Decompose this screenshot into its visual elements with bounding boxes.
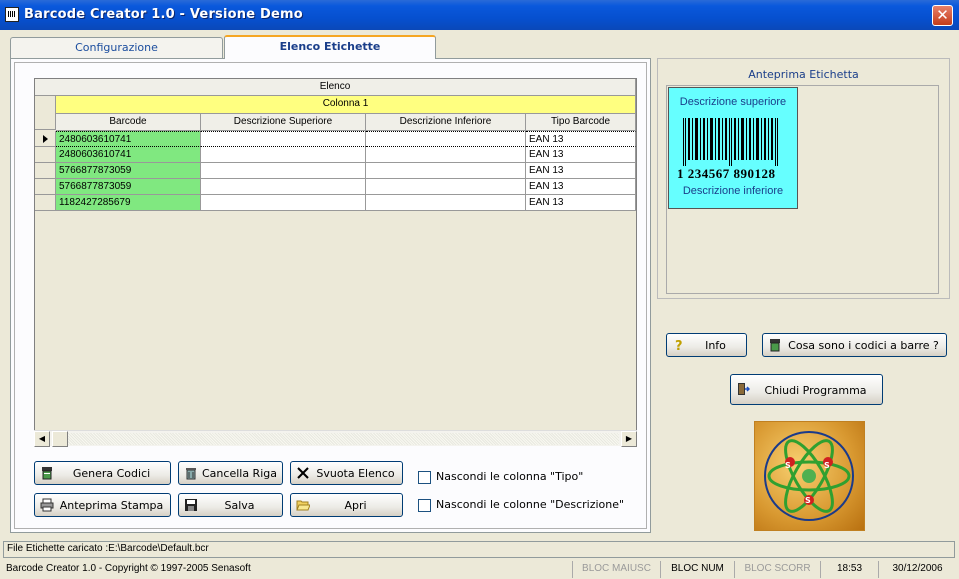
file-status-bar: File Etichette caricato :E:\Barcode\Defa… xyxy=(3,541,955,558)
labels-grid[interactable]: Elenco Colonna 1 Barcode Descrizione Sup… xyxy=(34,78,637,446)
cosa-sono-label: Cosa sono i codici a barre ? xyxy=(788,339,939,352)
help-icon: ? xyxy=(675,339,683,352)
trash-icon xyxy=(186,468,196,480)
scroll-lock-indicator: BLOC SCORR xyxy=(734,561,820,578)
anteprima-stampa-label: Anteprima Stampa xyxy=(59,499,164,512)
cell-tipo[interactable]: EAN 13 xyxy=(526,179,636,195)
anteprima-stampa-button[interactable]: Anteprima Stampa xyxy=(34,493,171,517)
floppy-disk-icon xyxy=(185,499,197,511)
scanner-icon xyxy=(42,467,52,480)
cell-desc-sup[interactable] xyxy=(201,163,366,179)
nascondi-descrizione-checkbox[interactable] xyxy=(418,499,431,512)
cell-desc-sup[interactable] xyxy=(201,179,366,195)
horizontal-scrollbar[interactable]: ◀ ▶ xyxy=(34,430,637,447)
window-title: Barcode Creator 1.0 - Versione Demo xyxy=(24,7,303,22)
scroll-thumb[interactable] xyxy=(52,431,68,447)
time-indicator: 18:53 xyxy=(820,561,878,578)
apri-label: Apri xyxy=(344,499,367,512)
title-bar[interactable]: Barcode Creator 1.0 - Versione Demo ✕ xyxy=(0,0,959,30)
svg-text:S: S xyxy=(824,461,830,470)
row-indicator[interactable] xyxy=(35,131,56,147)
info-label: Info xyxy=(705,339,726,352)
file-status-text: File Etichette caricato :E:\Barcode\Defa… xyxy=(7,543,209,554)
nascondi-descrizione-label[interactable]: Nascondi le colonne "Descrizione" xyxy=(436,498,624,511)
scroll-left-button[interactable]: ◀ xyxy=(34,431,50,447)
close-icon: ✕ xyxy=(936,6,949,24)
preview-title: Anteprima Etichetta xyxy=(748,68,859,81)
chiudi-programma-label: Chiudi Programma xyxy=(764,384,867,397)
cell-desc-inf[interactable] xyxy=(366,179,526,195)
genera-codici-label: Genera Codici xyxy=(72,467,151,480)
cell-tipo[interactable]: EAN 13 xyxy=(526,147,636,163)
col-header-desc-sup[interactable]: Descrizione Superiore xyxy=(201,114,366,131)
nascondi-tipo-label[interactable]: Nascondi le colonna "Tipo" xyxy=(436,470,583,483)
cell-desc-inf[interactable] xyxy=(366,163,526,179)
cell-barcode[interactable]: 2480603610741 xyxy=(56,131,201,147)
printer-icon xyxy=(40,498,54,512)
label-preview: Descrizione superiore 1 234567 890128 De… xyxy=(668,87,798,209)
cell-barcode[interactable]: 1182427285679 xyxy=(56,195,201,211)
col-header-desc-inf[interactable]: Descrizione Inferiore xyxy=(366,114,526,131)
salva-label: Salva xyxy=(224,499,255,512)
cell-desc-inf[interactable] xyxy=(366,147,526,163)
svg-text:S: S xyxy=(785,461,791,470)
tab-configurazione[interactable]: Configurazione xyxy=(10,37,223,58)
grid-caption: Elenco xyxy=(35,79,636,96)
cell-barcode[interactable]: 2480603610741 xyxy=(56,147,201,163)
row-header[interactable] xyxy=(35,195,56,211)
cancella-riga-button[interactable]: Cancella Riga xyxy=(178,461,283,485)
group-header: Colonna 1 xyxy=(56,96,636,114)
date-indicator: 30/12/2006 xyxy=(878,561,956,578)
cell-barcode[interactable]: 5766877873059 xyxy=(56,163,201,179)
num-lock-indicator: BLOC NUM xyxy=(660,561,734,578)
genera-codici-button[interactable]: Genera Codici xyxy=(34,461,171,485)
row-header[interactable] xyxy=(35,163,56,179)
corner-header xyxy=(35,96,56,130)
copyright-text: Barcode Creator 1.0 - Copyright © 1997-2… xyxy=(6,563,251,574)
scroll-right-button[interactable]: ▶ xyxy=(621,431,637,447)
label-number: 1 234567 890128 xyxy=(677,166,776,181)
barcode-app-icon xyxy=(5,7,19,22)
cell-desc-inf[interactable] xyxy=(366,131,526,147)
cell-desc-sup[interactable] xyxy=(201,131,366,147)
atom-logo-icon: S S S xyxy=(764,431,854,521)
row-header[interactable] xyxy=(35,179,56,195)
scanner-icon xyxy=(770,339,780,352)
cancella-riga-label: Cancella Riga xyxy=(202,467,277,480)
cell-tipo[interactable]: EAN 13 xyxy=(526,163,636,179)
exit-door-icon xyxy=(738,383,750,395)
salva-button[interactable]: Salva xyxy=(178,493,283,517)
svg-text:S: S xyxy=(805,496,811,505)
col-header-tipo[interactable]: Tipo Barcode xyxy=(526,114,636,131)
label-desc-top: Descrizione superiore xyxy=(679,96,787,108)
senasoft-logo: S S S xyxy=(754,421,865,531)
chiudi-programma-button[interactable]: Chiudi Programma xyxy=(730,374,883,405)
svg-text:?: ? xyxy=(675,339,683,352)
cosa-sono-button[interactable]: Cosa sono i codici a barre ? xyxy=(762,333,947,357)
info-button[interactable]: ? Info xyxy=(666,333,747,357)
barcode-image xyxy=(683,118,778,166)
cell-tipo[interactable]: EAN 13 xyxy=(526,131,636,147)
status-bar: Barcode Creator 1.0 - Copyright © 1997-2… xyxy=(0,561,959,579)
label-desc-bottom: Descrizione inferiore xyxy=(682,185,784,197)
tab-elenco-etichette[interactable]: Elenco Etichette xyxy=(224,35,436,59)
caps-lock-indicator: BLOC MAIUSC xyxy=(572,561,660,578)
scroll-track[interactable] xyxy=(68,433,619,445)
cell-barcode[interactable]: 5766877873059 xyxy=(56,179,201,195)
app-window: Barcode Creator 1.0 - Versione Demo ✕ Co… xyxy=(0,0,959,579)
row-header[interactable] xyxy=(35,147,56,163)
nascondi-tipo-checkbox[interactable] xyxy=(418,471,431,484)
cell-tipo[interactable]: EAN 13 xyxy=(526,195,636,211)
x-icon xyxy=(297,467,309,479)
close-button[interactable]: ✕ xyxy=(932,5,953,26)
cell-desc-sup[interactable] xyxy=(201,147,366,163)
folder-open-icon xyxy=(296,500,310,511)
cell-desc-inf[interactable] xyxy=(366,195,526,211)
svuota-elenco-button[interactable]: Svuota Elenco xyxy=(290,461,403,485)
apri-button[interactable]: Apri xyxy=(290,493,403,517)
cell-desc-sup[interactable] xyxy=(201,195,366,211)
svuota-elenco-label: Svuota Elenco xyxy=(316,467,395,480)
col-header-barcode[interactable]: Barcode xyxy=(56,114,201,131)
current-row-arrow-icon xyxy=(43,135,48,143)
